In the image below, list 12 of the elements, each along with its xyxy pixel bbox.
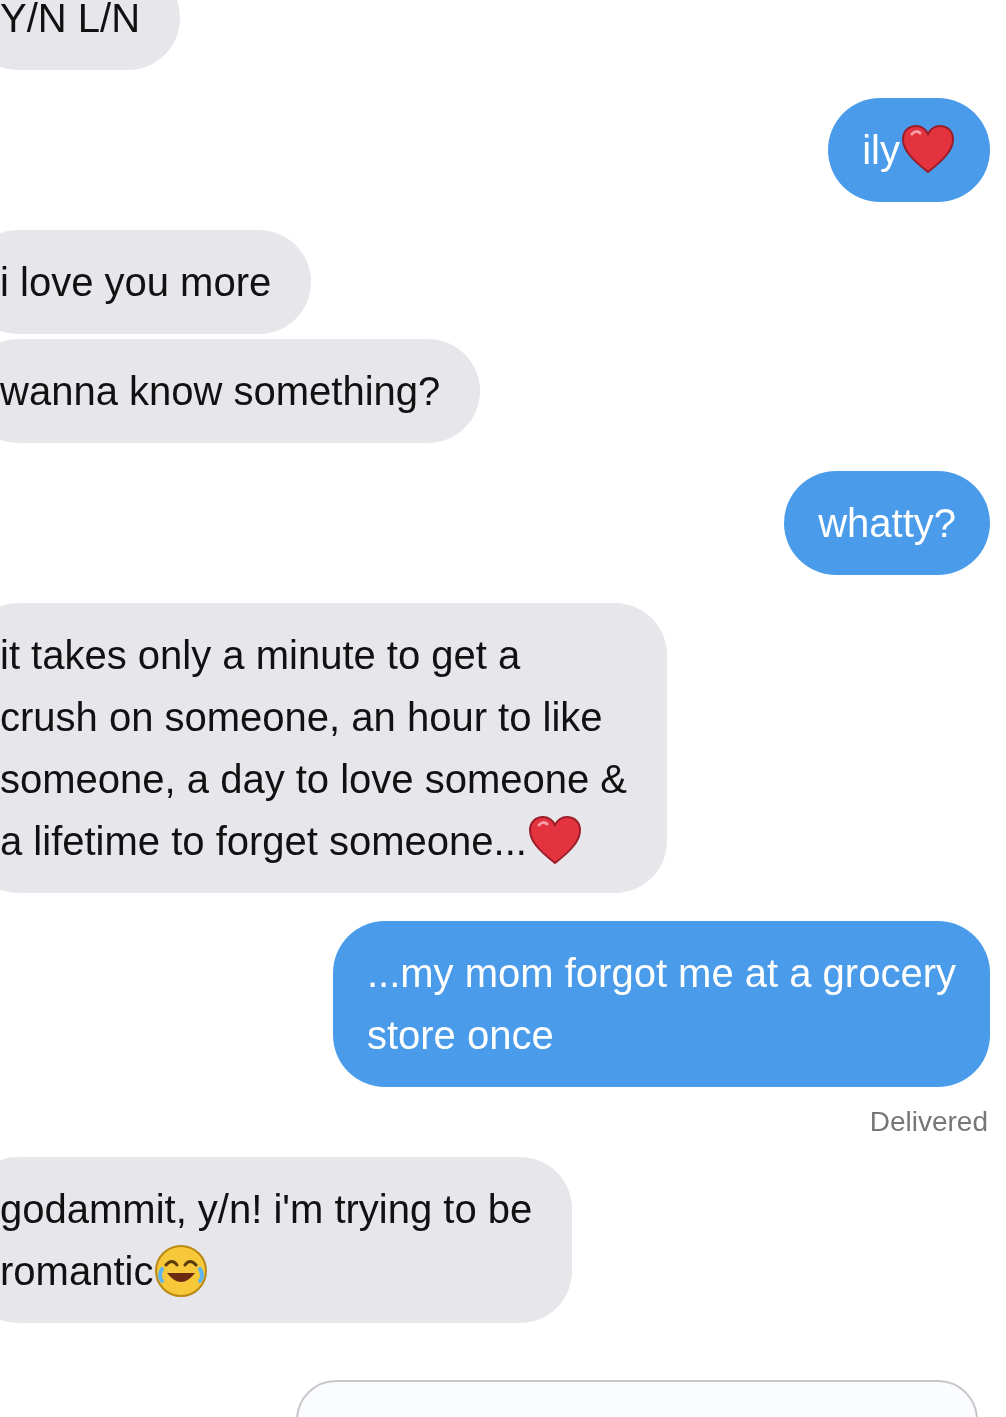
heart-icon <box>526 813 583 867</box>
received-message: Y/N L/N <box>0 0 181 70</box>
sent-message: ily <box>828 98 990 202</box>
sent-message: ...my mom forgot me at a grocery store once <box>332 921 990 1087</box>
received-message: godammit, y/n! i'm trying to be romantic <box>0 1157 573 1323</box>
received-message: it takes only a minute to get a crush on someone, an hour to like someone, a day to love someone & a lifetime to forget someone... <box>0 603 668 893</box>
sent-message: whatty? <box>784 471 990 575</box>
delivery-status: Delivered <box>869 1106 988 1138</box>
received-message: wanna know something? <box>0 339 481 443</box>
laughing-face-icon <box>153 1243 210 1297</box>
heart-icon <box>900 122 956 176</box>
received-message: i love you more <box>0 230 312 334</box>
